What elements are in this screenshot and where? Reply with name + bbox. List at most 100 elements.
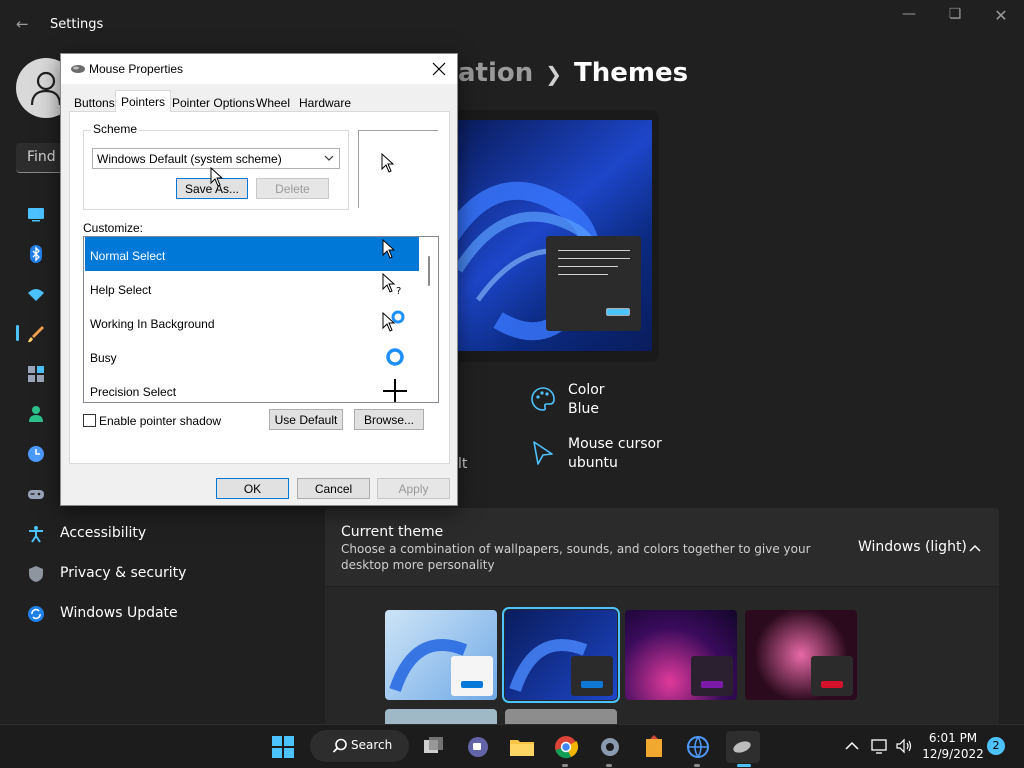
color-setting[interactable]: Color Blue [530, 382, 730, 426]
scheme-dropdown[interactable]: Windows Default (system scheme) [92, 148, 340, 169]
theme-preview [444, 110, 659, 362]
arrow-cursor-icon [382, 239, 396, 259]
chevron-up-icon[interactable] [968, 541, 982, 555]
chevron-up-icon[interactable] [843, 737, 861, 755]
close-button[interactable]: ✕ [981, 6, 1021, 28]
sidebar-item-label: Accessibility [60, 525, 147, 541]
pointers-panel: Scheme Windows Default (system scheme) S… [69, 111, 450, 464]
scroll-thumb[interactable] [428, 256, 430, 286]
file-explorer-icon[interactable] [506, 731, 538, 763]
mini-accent-button [606, 308, 630, 316]
maximize-button[interactable]: ❏ [935, 6, 975, 28]
minimize-button[interactable]: — [889, 6, 929, 28]
theme-thumb-glow[interactable] [625, 610, 737, 700]
list-item-busy[interactable]: Busy [85, 339, 419, 373]
running-indicator [562, 764, 568, 767]
partial-label: lt [458, 456, 468, 472]
current-theme-header[interactable]: Current theme Choose a combination of wa… [325, 508, 999, 586]
active-indicator [737, 764, 751, 767]
update-icon [27, 605, 45, 623]
working-cursor-icon [382, 310, 405, 332]
busy-cursor-icon [386, 348, 404, 366]
bluetooth-icon[interactable] [27, 245, 45, 263]
current-theme-title: Current theme [341, 524, 444, 540]
system-icon[interactable] [27, 205, 45, 223]
apps-icon[interactable] [27, 365, 45, 383]
network-icon[interactable] [27, 285, 45, 303]
chrome-icon[interactable] [550, 731, 582, 763]
monitor-network-icon[interactable] [871, 737, 889, 755]
browse-button[interactable]: Browse... [354, 409, 424, 430]
list-scrollbar[interactable] [422, 238, 438, 402]
list-item-precision-select[interactable]: Precision Select [85, 373, 419, 402]
theme-thumb-windows-light[interactable] [385, 610, 497, 700]
taskbar-search-button[interactable]: Search [310, 730, 409, 762]
list-item-help-select[interactable]: Help Select ? [85, 271, 419, 305]
settings-app-title: Settings [50, 17, 104, 32]
apply-button[interactable]: Apply [377, 478, 450, 499]
mouse-cursor-value: ubuntu [568, 455, 618, 471]
list-item-label: Help Select [90, 283, 152, 297]
gaming-icon[interactable] [27, 485, 45, 503]
dialog-titlebar[interactable]: Mouse Properties [61, 54, 457, 84]
mini-window-preview [546, 236, 641, 331]
personalization-brush-icon[interactable] [27, 325, 45, 343]
pointer-shadow-checkbox[interactable] [83, 414, 96, 427]
back-arrow-icon[interactable]: ← [16, 15, 32, 33]
time-language-icon[interactable] [27, 445, 45, 463]
search-icon [332, 738, 347, 753]
list-item-label: Busy [90, 351, 117, 365]
mouse-cursor-setting[interactable]: Mouse cursor ubuntu [530, 436, 730, 480]
dialog-title: Mouse Properties [89, 62, 184, 76]
teams-chat-icon[interactable] [462, 731, 494, 763]
delete-button[interactable]: Delete [256, 178, 329, 199]
mouse-properties-taskbar-icon[interactable] [726, 731, 760, 763]
cursor-preview-box [358, 130, 438, 208]
pointer-shadow-label[interactable]: Enable pointer shadow [99, 414, 221, 428]
sidebar-item-accessibility[interactable]: Accessibility [18, 516, 308, 552]
theme-thumb-windows-dark[interactable] [502, 607, 620, 703]
customize-label: Customize: [83, 221, 144, 235]
taskbar-search-label: Search [351, 738, 393, 752]
theme-thumb-captured-motion[interactable] [745, 610, 857, 700]
mouse-cursor-title: Mouse cursor [568, 436, 662, 452]
cursor-list[interactable]: Normal Select Help Select ? Working In B… [83, 236, 439, 403]
breadcrumb-parent[interactable]: ation [458, 58, 533, 88]
nav-active-indicator [16, 325, 19, 341]
running-indicator [606, 764, 612, 767]
current-theme-description: Choose a combination of wallpapers, soun… [341, 542, 811, 572]
taskbar: Search 6:01 PM 12/9/2022 2 [0, 724, 1024, 768]
user-icon [30, 71, 62, 106]
breadcrumb: ation ❯ Themes [458, 58, 688, 88]
list-item-label: Working In Background [90, 317, 215, 331]
sidebar-item-windows-update[interactable]: Windows Update [18, 596, 308, 632]
tab-pointers[interactable]: Pointers [115, 90, 172, 112]
mouse-icon [71, 65, 85, 73]
shield-icon [27, 565, 45, 583]
start-windows-icon[interactable] [267, 731, 299, 763]
volume-icon[interactable] [895, 737, 913, 755]
notification-badge[interactable]: 2 [987, 737, 1005, 755]
accounts-icon[interactable] [27, 405, 45, 423]
taskbar-clock[interactable]: 6:01 PM 12/9/2022 [920, 730, 986, 762]
ok-button[interactable]: OK [216, 478, 289, 499]
mouse-properties-dialog: Mouse Properties Buttons Pointers Pointe… [60, 53, 458, 506]
close-icon[interactable] [429, 59, 449, 79]
network-globe-icon[interactable] [682, 731, 714, 763]
mouse-pointer-icon [210, 167, 224, 187]
archive-app-icon[interactable] [638, 731, 670, 763]
sidebar-item-label: Privacy & security [60, 565, 187, 581]
running-indicator [694, 764, 700, 767]
use-default-button[interactable]: Use Default [269, 409, 343, 430]
sidebar-item-label: Windows Update [60, 605, 178, 621]
cancel-button[interactable]: Cancel [297, 478, 370, 499]
settings-gear-icon[interactable] [594, 731, 626, 763]
chevron-right-icon: ❯ [545, 62, 563, 86]
themes-gallery [325, 587, 999, 729]
sidebar-item-privacy[interactable]: Privacy & security [18, 556, 308, 592]
task-view-icon[interactable] [418, 731, 450, 763]
current-theme-value: Windows (light) [858, 539, 967, 555]
list-item-normal-select[interactable]: Normal Select [85, 237, 419, 271]
list-item-working-in-background[interactable]: Working In Background [85, 305, 419, 339]
crosshair-cursor-icon [383, 379, 407, 402]
